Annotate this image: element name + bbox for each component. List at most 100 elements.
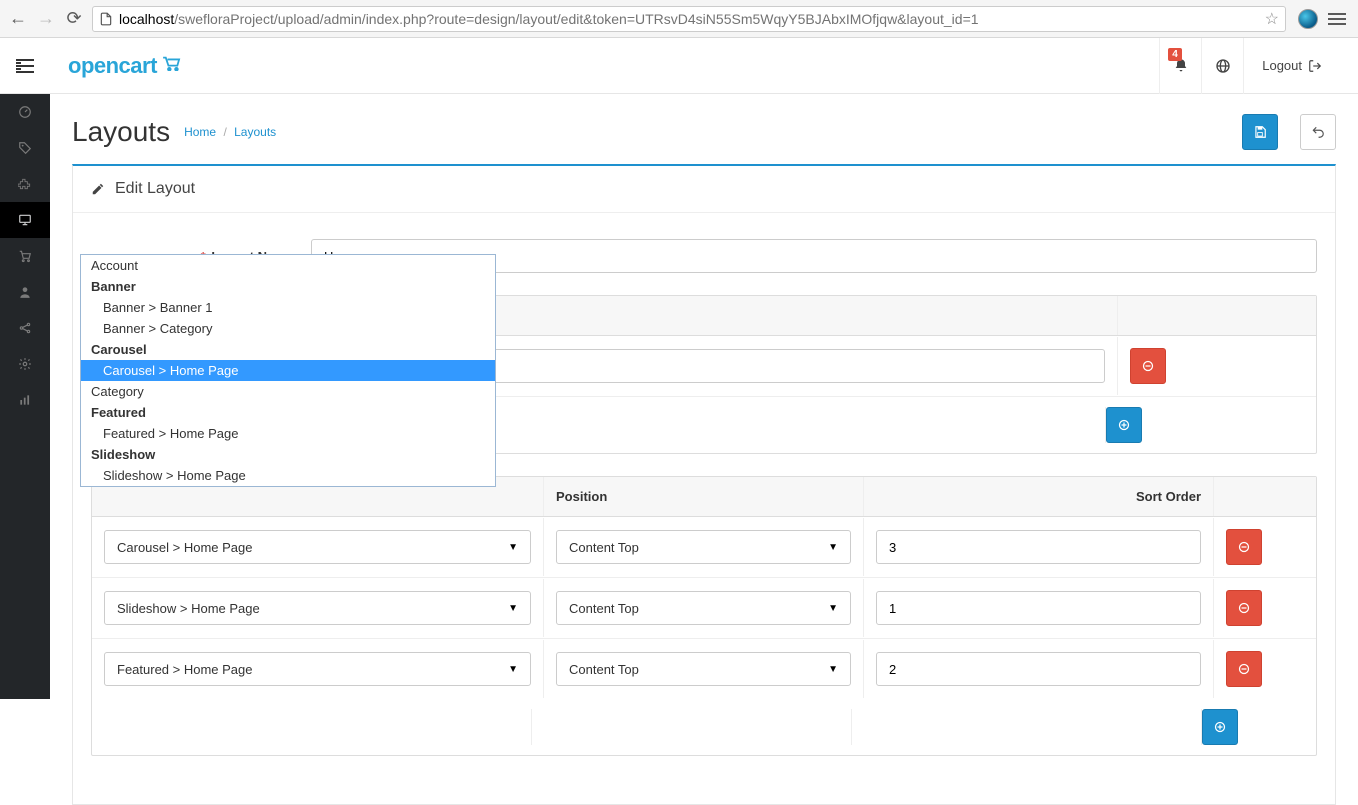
sidebar-item-catalog[interactable] (0, 130, 50, 166)
pencil-icon (91, 182, 105, 196)
position-select[interactable]: Content Top ▼ (556, 652, 851, 686)
back-arrow-icon (1311, 125, 1325, 139)
caret-down-icon: ▼ (508, 542, 518, 553)
plus-circle-icon (1118, 419, 1130, 431)
cancel-button[interactable] (1300, 114, 1336, 150)
user-icon (18, 285, 32, 299)
dropdown-group: Featured (81, 402, 495, 423)
remove-route-button[interactable] (1130, 348, 1166, 384)
dropdown-group: Carousel (81, 339, 495, 360)
sidebar-item-customers[interactable] (0, 274, 50, 310)
dropdown-option[interactable]: Banner > Banner 1 (81, 297, 495, 318)
dropdown-group: Banner (81, 276, 495, 297)
modules-header-sort: Sort Order (864, 477, 1214, 516)
browser-menu-button[interactable] (1328, 13, 1346, 25)
modules-header-position: Position (544, 477, 864, 516)
module-dropdown[interactable]: AccountBannerBanner > Banner 1Banner > C… (80, 254, 496, 487)
bookmark-star-icon[interactable]: ☆ (1265, 9, 1279, 29)
logo[interactable]: opencart (68, 53, 183, 79)
logout-button[interactable]: Logout (1243, 38, 1340, 94)
position-select[interactable]: Content Top▼ (556, 591, 851, 625)
cart-icon (18, 249, 32, 263)
dashboard-icon (18, 105, 32, 119)
puzzle-icon (18, 177, 32, 191)
edit-layout-panel: Edit Layout * Layout Name te (72, 164, 1336, 805)
module-row: Slideshow > Home Page▼Content Top▼ (92, 578, 1316, 639)
sidebar-item-reports[interactable] (0, 382, 50, 418)
browser-url-text: localhost/swefloraProject/upload/admin/i… (119, 11, 1259, 27)
notifications-button[interactable]: 4 (1159, 38, 1201, 94)
minus-circle-icon (1142, 360, 1154, 372)
page-header: Layouts Home / Layouts (50, 94, 1358, 164)
add-module-button[interactable] (1202, 709, 1238, 745)
page-icon (99, 12, 113, 26)
sidebar-item-dashboard[interactable] (0, 94, 50, 130)
logo-text: opencart (68, 53, 157, 79)
browser-reload-button[interactable]: ⟳ (64, 9, 84, 29)
breadcrumb-separator: / (223, 125, 226, 139)
save-button[interactable] (1242, 114, 1278, 150)
sort-order-input[interactable] (876, 530, 1201, 564)
minus-circle-icon (1238, 663, 1250, 675)
sidebar-item-extensions[interactable] (0, 166, 50, 202)
plus-circle-icon (1214, 721, 1226, 733)
dropdown-option[interactable]: Featured > Home Page (81, 423, 495, 444)
position-select[interactable]: Content Top ▼ (556, 530, 851, 564)
module-select[interactable]: Featured > Home Page ▼ (104, 652, 531, 686)
notification-badge: 4 (1168, 48, 1182, 61)
module-select[interactable]: Carousel > Home Page▼ (104, 530, 531, 564)
caret-down-icon: ▼ (508, 664, 518, 675)
logo-cart-icon (161, 55, 183, 76)
breadcrumb-current[interactable]: Layouts (234, 125, 276, 139)
sidebar-toggle-button[interactable] (0, 38, 50, 94)
remove-module-button[interactable] (1226, 590, 1262, 626)
caret-down-icon: ▼ (828, 603, 838, 614)
dropdown-option[interactable]: Slideshow > Home Page (81, 465, 495, 486)
module-row: Featured > Home Page ▼ Content Top ▼ (92, 639, 1316, 699)
topbar: opencart 4 Logout (50, 38, 1358, 94)
browser-forward-button[interactable]: → (36, 9, 56, 29)
minus-circle-icon (1238, 602, 1250, 614)
browser-url-bar[interactable]: localhost/swefloraProject/upload/admin/i… (92, 6, 1286, 32)
position-select-value: Content Top (569, 662, 639, 677)
remove-module-button[interactable] (1226, 529, 1262, 565)
add-route-button[interactable] (1106, 407, 1142, 443)
panel-title: Edit Layout (115, 180, 195, 198)
caret-down-icon: ▼ (828, 542, 838, 553)
remove-module-button[interactable] (1226, 651, 1262, 687)
signout-icon (1308, 59, 1322, 73)
module-select-value: Slideshow > Home Page (117, 601, 260, 616)
browser-profile-avatar[interactable] (1298, 9, 1318, 29)
sidebar-item-sales[interactable] (0, 238, 50, 274)
monitor-icon (18, 213, 32, 227)
sort-order-input[interactable] (876, 652, 1201, 686)
browser-back-button[interactable]: ← (8, 9, 28, 29)
store-front-button[interactable] (1201, 38, 1243, 94)
bar-chart-icon (18, 393, 32, 407)
dropdown-option[interactable]: Banner > Category (81, 318, 495, 339)
module-select[interactable]: Slideshow > Home Page ▼ (104, 591, 531, 625)
position-select-value: Content Top (569, 540, 639, 555)
sidebar-item-system[interactable] (0, 346, 50, 382)
modules-table: Position Sort Order Carousel > Home Page… (91, 476, 1317, 756)
globe-icon (1215, 58, 1231, 74)
caret-down-icon: ▼ (508, 603, 518, 614)
panel-header: Edit Layout (73, 166, 1335, 213)
menu-icon (16, 59, 34, 73)
caret-down-icon: ▼ (828, 664, 838, 675)
sidebar-item-design[interactable] (0, 202, 50, 238)
dropdown-group: Slideshow (81, 444, 495, 465)
share-icon (18, 321, 32, 335)
sidebar (0, 38, 50, 699)
minus-circle-icon (1238, 541, 1250, 553)
logout-label: Logout (1262, 58, 1302, 73)
sidebar-item-marketing[interactable] (0, 310, 50, 346)
dropdown-option[interactable]: Category (81, 381, 495, 402)
dropdown-option[interactable]: Account (81, 255, 495, 276)
breadcrumb-home[interactable]: Home (184, 125, 216, 139)
modules-header-action (1214, 477, 1316, 516)
module-select-value: Featured > Home Page (117, 662, 253, 677)
dropdown-option[interactable]: Carousel > Home Page (81, 360, 495, 381)
sort-order-input[interactable] (876, 591, 1201, 625)
gear-icon (18, 357, 32, 371)
